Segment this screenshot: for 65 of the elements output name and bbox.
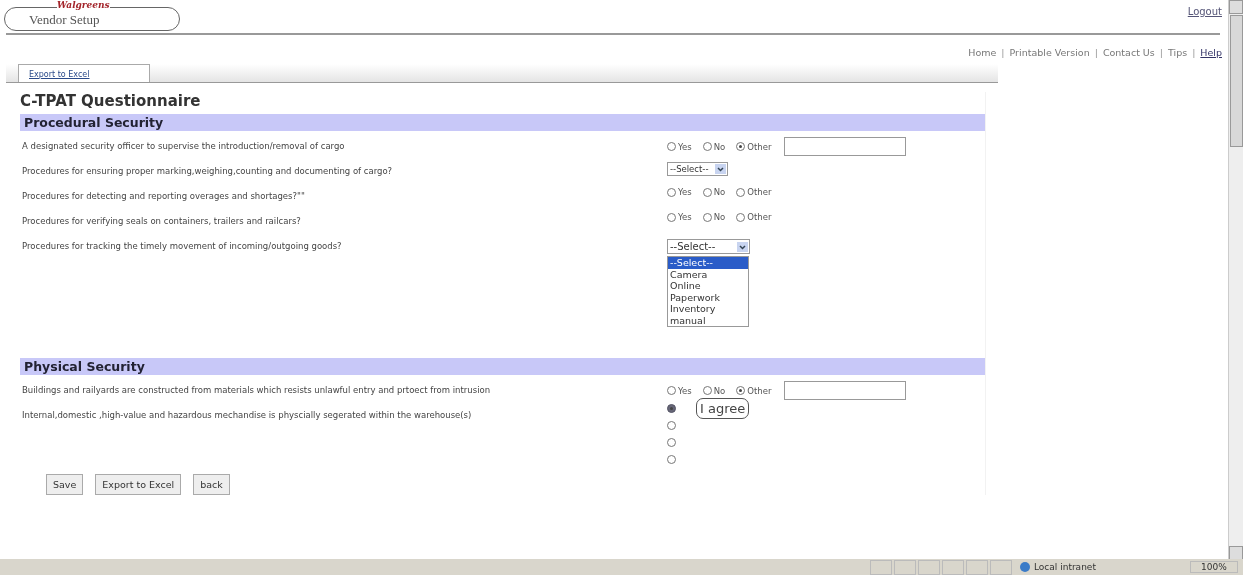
dropdown-option[interactable]: Paperwork: [668, 291, 748, 303]
status-panel: [870, 559, 892, 575]
nav-link[interactable]: Home: [968, 47, 997, 60]
zoom-level[interactable]: 100%: [1190, 561, 1238, 573]
question-text: Buildings and railyards are constructed from materials which resists unlawful entry and prtoect from intrusion: [21, 384, 492, 395]
section-header: Physical Security: [20, 358, 985, 375]
separator: |: [1094, 47, 1098, 60]
dropdown-option[interactable]: --Select--: [668, 257, 748, 269]
dropdown-option[interactable]: Online: [668, 280, 748, 292]
radio-option[interactable]: Other: [736, 212, 772, 222]
radio-option[interactable]: Yes: [667, 385, 692, 396]
separator: |: [1001, 47, 1005, 60]
export-tab[interactable]: Export to Excel: [18, 64, 150, 82]
brand-name: Walgreens: [57, 0, 110, 10]
page-title: C-TPAT Questionnaire: [20, 92, 202, 110]
radio-option[interactable]: Other: [736, 385, 772, 396]
separator: |: [1192, 47, 1196, 60]
status-panel: [894, 559, 916, 575]
logout-link[interactable]: Logout: [1187, 6, 1222, 17]
tooltip: I agree: [696, 398, 750, 419]
scroll-down-icon[interactable]: [1229, 546, 1243, 560]
zone-indicator: Local intranet: [1020, 562, 1130, 572]
nav-link[interactable]: Printable Version: [1009, 47, 1090, 60]
question-text: Internal,domestic ,high-value and hazardous mechandise is physcially segerated within the warehouse(s): [21, 409, 473, 420]
caret-icon: [737, 241, 748, 252]
question-text: Procedures for verifying seals on containers, trailers and railcars?: [21, 215, 302, 226]
select-dropdown[interactable]: --Select--: [667, 239, 750, 254]
scrollbar[interactable]: [1228, 0, 1243, 560]
radio-option[interactable]: Other: [736, 187, 772, 197]
caret-icon: [714, 164, 726, 174]
question-text: Procedures for detecting and reporting overages and shortages?"": [21, 190, 306, 201]
other-input-field[interactable]: [784, 137, 907, 156]
radio-option[interactable]: Yes: [667, 212, 692, 222]
dropdown-option[interactable]: Camera: [668, 268, 748, 280]
radio-option[interactable]: No: [702, 187, 726, 197]
question-text: Procedures for ensuring proper marking,weighing,counting and documenting of cargo?: [21, 165, 394, 176]
dropdown-option[interactable]: manual: [668, 314, 748, 326]
radio-option[interactable]: Yes: [667, 141, 692, 152]
radio-option[interactable]: No: [702, 385, 726, 396]
select-dropdown[interactable]: --Select--: [667, 162, 728, 176]
nav-link[interactable]: Tips: [1168, 47, 1188, 60]
scroll-up-icon[interactable]: [1229, 0, 1243, 14]
dropdown-option[interactable]: Inventory: [668, 303, 748, 315]
separator: |: [1159, 47, 1163, 60]
status-panel: [918, 559, 940, 575]
question-text: A designated security officer to supervise the introduction/removal of cargo: [21, 140, 346, 151]
globe-icon: [1020, 562, 1030, 572]
question-text: Procedures for tracking the timely movement of incoming/outgoing goods?: [21, 240, 343, 251]
radio-option[interactable]: No: [702, 141, 726, 152]
status-panel: [942, 559, 964, 575]
nav-link[interactable]: Help: [1200, 47, 1222, 60]
status-panel: [990, 559, 1012, 575]
form-button[interactable]: back: [193, 474, 230, 495]
radio-option[interactable]: No: [702, 212, 726, 222]
other-input-field[interactable]: [784, 381, 907, 400]
radio-option[interactable]: Yes: [667, 187, 692, 197]
radio-option[interactable]: Other: [736, 141, 772, 152]
radio-button[interactable]: [667, 404, 676, 413]
section-header: Procedural Security: [20, 114, 985, 131]
nav-link[interactable]: Contact Us: [1102, 47, 1155, 60]
form-button[interactable]: Save: [46, 474, 84, 495]
app-title: Vendor Setup: [29, 12, 100, 29]
form-button[interactable]: Export to Excel: [95, 474, 182, 495]
scroll-thumb[interactable]: [1230, 15, 1243, 147]
status-panel: [966, 559, 988, 575]
